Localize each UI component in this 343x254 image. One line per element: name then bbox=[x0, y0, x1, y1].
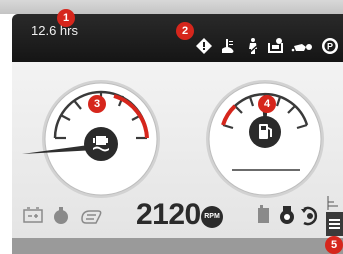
bottom-left-icons bbox=[23, 207, 102, 224]
svg-text:P: P bbox=[327, 42, 333, 52]
side-indicator bbox=[327, 196, 338, 210]
callout-4: 4 bbox=[258, 95, 276, 113]
bottom-right-icons bbox=[258, 205, 318, 226]
callout-2: 2 bbox=[176, 22, 194, 40]
rpm-unit-badge: RPM bbox=[201, 206, 223, 228]
parking-brake-icon: P bbox=[322, 38, 338, 54]
menu-button[interactable] bbox=[326, 212, 343, 236]
diesel-fuel-icon bbox=[258, 205, 269, 223]
power-takeoff-icon bbox=[301, 206, 318, 226]
callout-3: 3 bbox=[88, 95, 106, 113]
seat-belt-icon bbox=[248, 38, 259, 54]
fuel-filter-icon bbox=[268, 38, 283, 53]
top-bezel bbox=[0, 0, 343, 14]
bottom-bezel bbox=[12, 238, 343, 254]
engine-temp-icon bbox=[54, 207, 68, 224]
battery-icon bbox=[23, 207, 43, 223]
coolant-temp-icon bbox=[222, 39, 234, 53]
callout-1: 1 bbox=[57, 9, 75, 27]
status-icons: P bbox=[196, 38, 338, 54]
warning-icon bbox=[196, 38, 212, 54]
engine-icon bbox=[280, 206, 294, 224]
callout-5: 5 bbox=[325, 236, 343, 254]
rpm-value: 2120 bbox=[136, 198, 201, 231]
oil-pressure-icon bbox=[291, 44, 312, 52]
display-screen: 12.6 hrs P 2120 RPM 1 2 3 4 5 bbox=[0, 0, 343, 254]
menu-icon bbox=[329, 219, 340, 229]
hydraulic-icon bbox=[81, 210, 102, 224]
